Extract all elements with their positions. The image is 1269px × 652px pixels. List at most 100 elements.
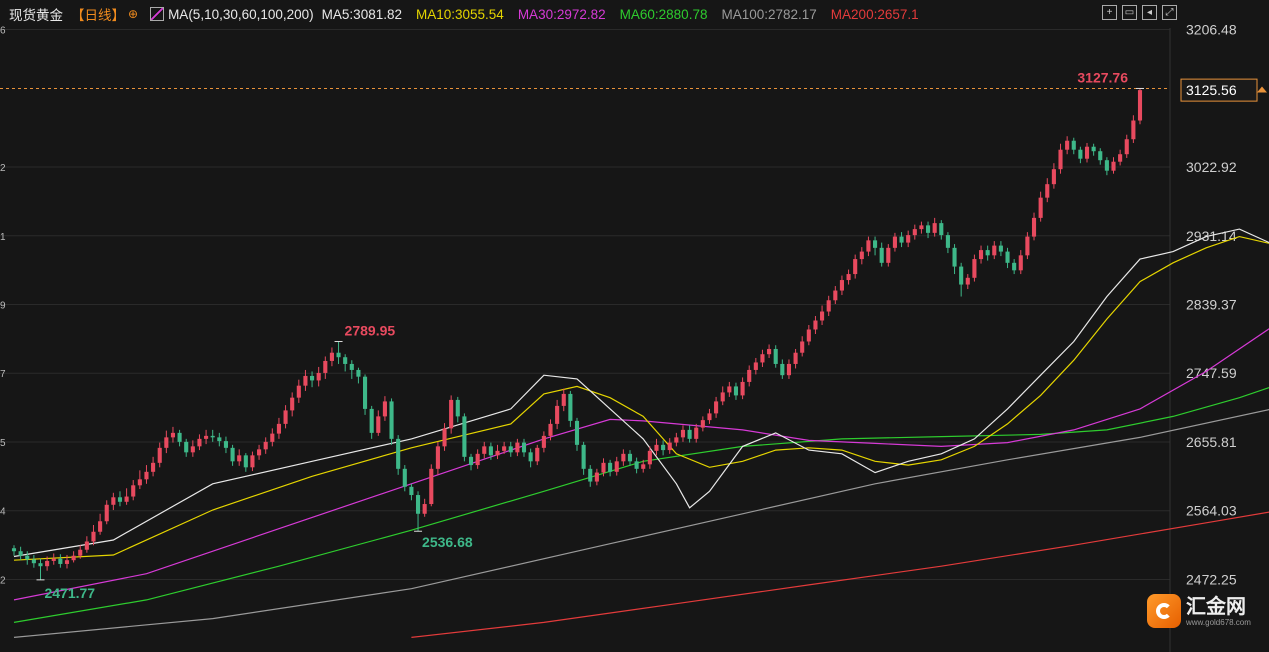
candle bbox=[528, 452, 533, 462]
candle bbox=[714, 401, 719, 414]
ma60-value: MA60:2880.78 bbox=[619, 6, 708, 22]
candle bbox=[707, 413, 712, 421]
candle bbox=[296, 385, 301, 398]
candle bbox=[243, 455, 248, 468]
candle bbox=[720, 392, 725, 402]
y-tick-label: 2839.37 bbox=[1186, 296, 1237, 312]
left-axis-stub: 2 bbox=[0, 163, 6, 174]
candle bbox=[912, 229, 917, 236]
chart-toolbar: + ▭ ◂ ⤢ bbox=[1102, 5, 1177, 20]
period-label[interactable]: 【日线】 bbox=[71, 4, 125, 24]
candle bbox=[104, 504, 109, 522]
settings-icon[interactable]: ⊕ bbox=[128, 7, 138, 21]
candle bbox=[482, 446, 487, 454]
annotation-label: 2471.77 bbox=[44, 585, 95, 601]
candle bbox=[1045, 184, 1050, 198]
candle bbox=[51, 558, 56, 561]
candle bbox=[561, 393, 566, 406]
ma200-value: MA200:2657.1 bbox=[830, 6, 919, 22]
candle bbox=[978, 250, 984, 260]
left-axis-stub: 9 bbox=[0, 300, 6, 311]
candle bbox=[813, 320, 818, 330]
candle bbox=[886, 247, 891, 263]
candle bbox=[429, 468, 434, 505]
candle bbox=[1104, 160, 1109, 171]
left-axis-stub: 2 bbox=[0, 576, 6, 587]
candle bbox=[98, 521, 103, 532]
expand-icon[interactable]: ⤢ bbox=[1162, 5, 1177, 20]
candle bbox=[952, 247, 957, 267]
candle bbox=[608, 462, 613, 472]
candle bbox=[1058, 149, 1063, 170]
candle bbox=[250, 455, 255, 468]
candle bbox=[151, 462, 156, 472]
candle bbox=[687, 429, 692, 439]
annotation-label: 3127.76 bbox=[1077, 69, 1128, 85]
candle bbox=[230, 447, 235, 462]
ma10-value: MA10:3055.54 bbox=[415, 6, 504, 22]
candle bbox=[627, 453, 633, 462]
candle bbox=[654, 444, 659, 451]
candle bbox=[1051, 169, 1056, 185]
candle bbox=[475, 453, 480, 466]
candle bbox=[462, 416, 467, 457]
ma-indicator-icon[interactable] bbox=[150, 7, 165, 21]
brand-logo: 汇金网 www.gold678.com bbox=[1147, 594, 1251, 628]
candle bbox=[839, 280, 844, 291]
candle bbox=[409, 486, 414, 496]
candlestick-chart[interactable]: 3206.483022.922931.142839.372747.592655.… bbox=[0, 0, 1269, 652]
candle bbox=[58, 558, 63, 564]
candle bbox=[733, 386, 739, 396]
candle bbox=[210, 435, 215, 438]
window-icon[interactable]: ▭ bbox=[1122, 5, 1137, 20]
candle bbox=[515, 442, 520, 453]
candle bbox=[1118, 154, 1123, 162]
candle bbox=[45, 560, 50, 567]
candle bbox=[846, 274, 851, 281]
candle bbox=[64, 560, 70, 564]
candle bbox=[780, 363, 785, 376]
candle bbox=[919, 225, 924, 230]
candle bbox=[521, 442, 527, 453]
candle bbox=[197, 438, 202, 447]
back-icon[interactable]: ◂ bbox=[1142, 5, 1157, 20]
candle bbox=[303, 375, 308, 386]
candle bbox=[316, 372, 321, 381]
candle bbox=[1071, 140, 1076, 150]
candle bbox=[581, 444, 586, 469]
candle bbox=[1078, 149, 1083, 159]
candle bbox=[892, 236, 897, 248]
current-price-label: 3125.56 bbox=[1186, 82, 1237, 98]
candle bbox=[157, 447, 162, 463]
candle bbox=[939, 223, 944, 236]
candle bbox=[740, 381, 745, 396]
candle bbox=[488, 446, 493, 456]
candle bbox=[1031, 217, 1037, 237]
candle bbox=[806, 329, 811, 342]
crosshair-icon[interactable]: + bbox=[1102, 5, 1117, 20]
left-axis-stub: 4 bbox=[0, 507, 6, 518]
candle bbox=[449, 399, 454, 429]
candle bbox=[204, 435, 209, 439]
candle bbox=[276, 423, 281, 434]
left-axis-stub: 1 bbox=[0, 232, 6, 243]
candle bbox=[78, 549, 83, 556]
candle bbox=[223, 441, 229, 448]
candle bbox=[998, 245, 1003, 252]
annotation-label: 2536.68 bbox=[422, 534, 473, 550]
candle bbox=[574, 420, 580, 445]
chart-header: 现货黄金 【日线】 ⊕ MA(5,10,30,60,100,200) MA5:3… bbox=[0, 0, 1269, 28]
candle bbox=[614, 461, 619, 472]
candle bbox=[396, 438, 401, 469]
candle bbox=[700, 420, 705, 428]
candle bbox=[1018, 255, 1023, 271]
candle bbox=[661, 444, 666, 451]
candle bbox=[1098, 151, 1103, 161]
candle bbox=[1025, 236, 1030, 256]
candle bbox=[356, 369, 361, 377]
candle bbox=[601, 462, 606, 473]
candle bbox=[786, 363, 792, 376]
candle bbox=[91, 531, 96, 542]
candle bbox=[336, 352, 341, 358]
candle bbox=[25, 555, 30, 560]
